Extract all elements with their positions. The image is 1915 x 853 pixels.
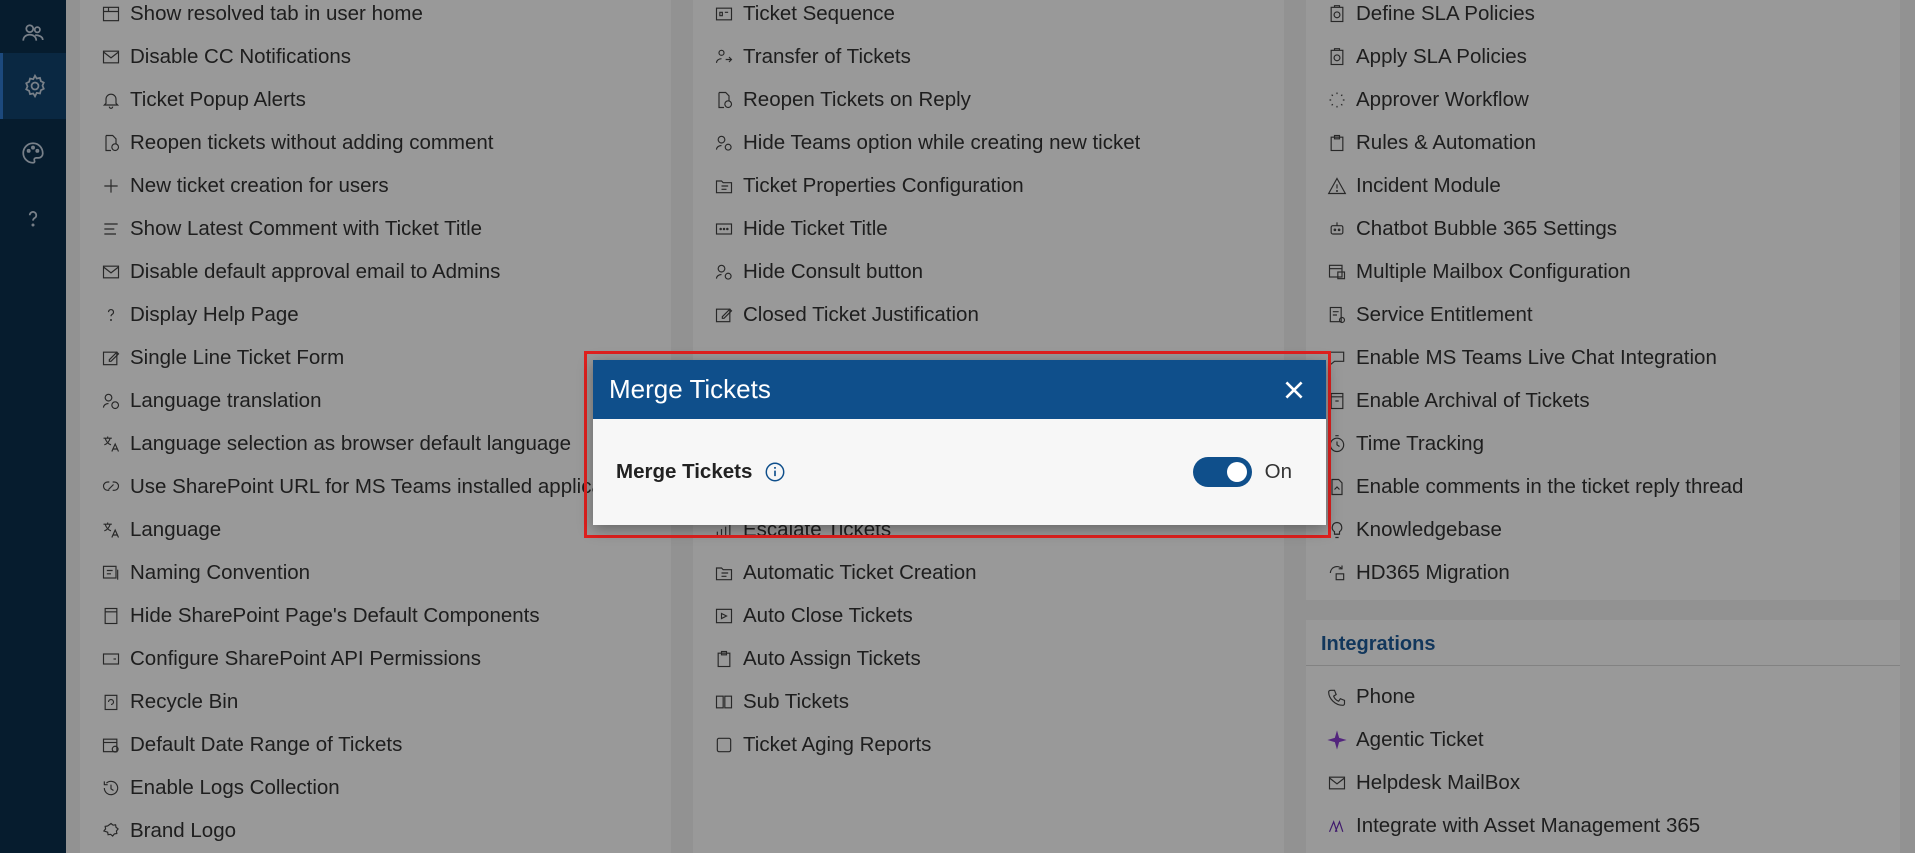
toggle-wrap: On	[1192, 457, 1292, 487]
merge-tickets-toggle[interactable]	[1192, 457, 1252, 487]
close-icon	[1285, 380, 1303, 399]
dialog-title: Merge Tickets	[609, 374, 771, 404]
info-icon[interactable]	[764, 461, 786, 483]
toggle-knob	[1226, 462, 1247, 482]
dialog-body: Merge Tickets On	[593, 419, 1326, 525]
close-button[interactable]	[1278, 374, 1310, 406]
merge-tickets-setting: Merge Tickets	[616, 460, 786, 484]
toggle-state-label: On	[1264, 460, 1292, 483]
setting-label: Merge Tickets	[616, 460, 753, 483]
merge-tickets-dialog: Merge Tickets Merge Tickets On	[593, 360, 1326, 525]
dialog-header: Merge Tickets	[593, 360, 1326, 419]
